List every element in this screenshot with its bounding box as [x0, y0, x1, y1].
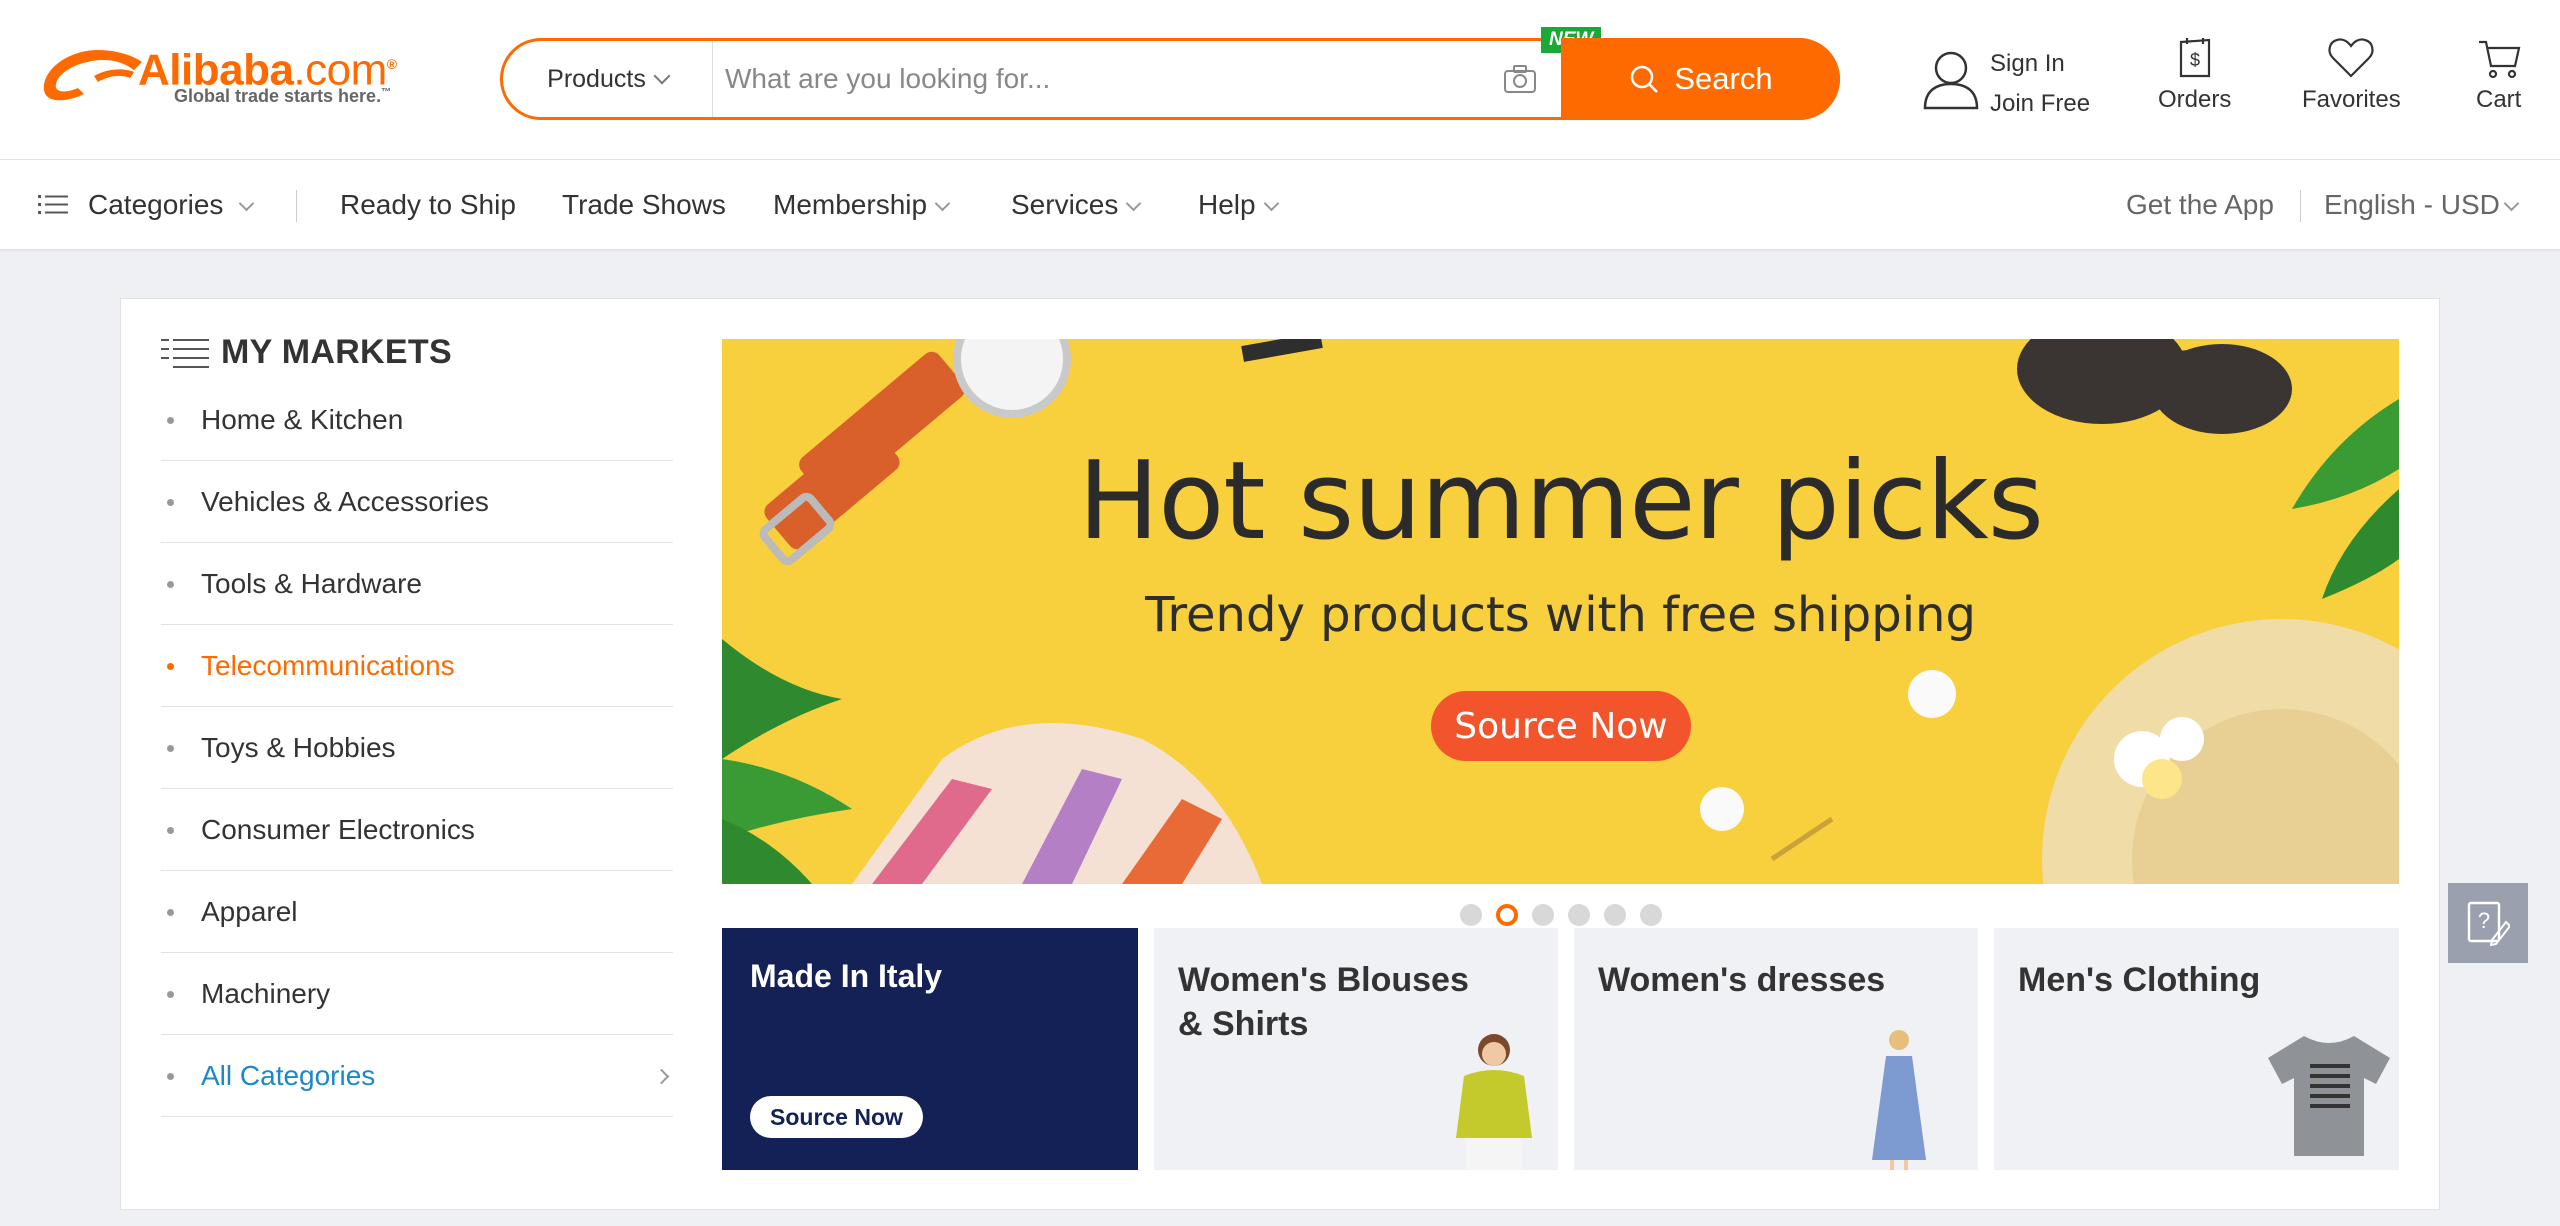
carousel-dot-1[interactable]	[1460, 904, 1482, 926]
chevron-down-icon	[1126, 195, 1142, 211]
markets-card: MY MARKETS Home & Kitchen Vehicles & Acc…	[120, 298, 2440, 1210]
heart-icon	[2328, 38, 2374, 78]
banner-subtitle: Trendy products with free shipping	[1145, 587, 1976, 643]
nav-divider	[2300, 190, 2301, 222]
promo-banner[interactable]: Hot summer picks Trendy products with fr…	[722, 339, 2399, 884]
market-item-all-categories[interactable]: All Categories	[161, 1035, 673, 1117]
language-currency-select[interactable]: English - USD	[2324, 160, 2520, 250]
list-icon	[161, 338, 209, 368]
tile-womens-dresses[interactable]: Women's dresses	[1574, 928, 1978, 1170]
search-button[interactable]: Search	[1561, 38, 1840, 120]
chevron-down-icon	[239, 195, 255, 211]
search-input[interactable]	[725, 53, 1485, 105]
market-item-tools-hardware[interactable]: Tools & Hardware	[161, 543, 673, 625]
list-icon	[38, 195, 68, 214]
chevron-down-icon	[2503, 195, 2520, 211]
tile-title: Women's Blouses & Shirts	[1178, 961, 1469, 1043]
nav-categories[interactable]: Categories	[38, 160, 255, 250]
main-nav: Categories Ready to Ship Trade Shows Mem…	[0, 160, 2560, 250]
market-item-telecommunications[interactable]: Telecommunications	[161, 625, 673, 707]
user-icon	[1923, 51, 1979, 110]
nav-trade-shows[interactable]: Trade Shows	[562, 160, 726, 250]
market-item-machinery[interactable]: Machinery	[161, 953, 673, 1035]
alibaba-logo[interactable]: Alibaba.com® Global trade starts here.™	[38, 40, 428, 110]
tile-made-in-italy[interactable]: Made In Italy Source Now	[722, 928, 1138, 1170]
tile-mens-clothing[interactable]: Men's Clothing	[1994, 928, 2399, 1170]
nav-divider	[296, 190, 297, 222]
nav-services[interactable]: Services	[1011, 160, 1142, 250]
tile-womens-blouses[interactable]: Women's Blouses & Shirts	[1154, 928, 1558, 1170]
logo-tagline: Global trade starts here.™	[174, 86, 392, 106]
market-item-vehicles-accessories[interactable]: Vehicles & Accessories	[161, 461, 673, 543]
orders-label: Orders	[2158, 86, 2232, 113]
chevron-right-icon	[653, 1068, 670, 1085]
carousel-dot-4[interactable]	[1568, 904, 1590, 926]
nav-membership[interactable]: Membership	[773, 160, 951, 250]
search-category-select[interactable]: Products	[503, 41, 713, 117]
market-item-consumer-electronics[interactable]: Consumer Electronics	[161, 789, 673, 871]
market-item-apparel[interactable]: Apparel	[161, 871, 673, 953]
sign-in-link[interactable]: Sign In	[1990, 44, 2090, 84]
svg-text:?: ?	[2478, 908, 2490, 933]
tile-title: Men's Clothing	[2018, 961, 2261, 999]
svg-text:$: $	[2190, 50, 2200, 70]
my-markets-heading: MY MARKETS	[161, 333, 452, 372]
site-header: Alibaba.com® Global trade starts here.™ …	[0, 0, 2560, 160]
orders-icon: $	[2179, 38, 2210, 78]
feedback-icon: ?	[2467, 901, 2510, 946]
tile-source-now-button[interactable]: Source Now	[750, 1096, 923, 1138]
tile-title: Women's dresses	[1598, 961, 1886, 999]
tile-title: Made In Italy	[750, 958, 943, 994]
carousel-dot-5[interactable]	[1604, 904, 1626, 926]
search-bar: Products NEW Search	[500, 27, 1840, 120]
chevron-down-icon	[934, 195, 951, 211]
blouse-model-image	[1456, 1034, 1532, 1170]
search-icon	[1631, 65, 1659, 93]
alibaba-logo-icon	[43, 50, 142, 101]
join-free-link[interactable]: Join Free	[1990, 84, 2090, 124]
nav-help[interactable]: Help	[1198, 160, 1279, 250]
carousel-dot-2[interactable]	[1496, 904, 1518, 926]
cart-icon	[2478, 40, 2521, 79]
nav-categories-label: Categories	[88, 189, 224, 220]
camera-icon[interactable]	[1503, 63, 1537, 95]
favorites-label: Favorites	[2302, 86, 2401, 113]
feedback-button[interactable]: ?	[2448, 883, 2528, 963]
cart-label: Cart	[2476, 86, 2522, 113]
cart-button[interactable]: Cart	[2476, 36, 2521, 114]
search-category-label: Products	[547, 64, 646, 93]
dress-model-image	[1872, 1030, 1926, 1170]
nav-ready-to-ship[interactable]: Ready to Ship	[340, 160, 516, 250]
get-the-app-link[interactable]: Get the App	[2126, 160, 2274, 250]
carousel-dot-3[interactable]	[1532, 904, 1554, 926]
carousel-dot-6[interactable]	[1640, 904, 1662, 926]
account-menu[interactable]: Sign In Join Free	[1922, 44, 2102, 120]
market-item-toys-hobbies[interactable]: Toys & Hobbies	[161, 707, 673, 789]
banner-source-now-button[interactable]: Source Now	[1431, 691, 1691, 761]
markets-list: Home & Kitchen Vehicles & Accessories To…	[161, 379, 673, 1117]
favorites-button[interactable]: Favorites	[2302, 36, 2401, 114]
banner-pagination	[1460, 904, 1662, 926]
search-button-label: Search	[1674, 61, 1773, 96]
tshirt-image	[2268, 1036, 2390, 1156]
banner-title: Hot summer picks	[1077, 439, 2044, 564]
chevron-down-icon	[1263, 195, 1279, 211]
orders-button[interactable]: $ Orders	[2158, 36, 2231, 114]
chevron-down-icon	[653, 67, 671, 85]
all-categories-label: All Categories	[201, 1059, 376, 1091]
market-item-home-kitchen[interactable]: Home & Kitchen	[161, 379, 673, 461]
